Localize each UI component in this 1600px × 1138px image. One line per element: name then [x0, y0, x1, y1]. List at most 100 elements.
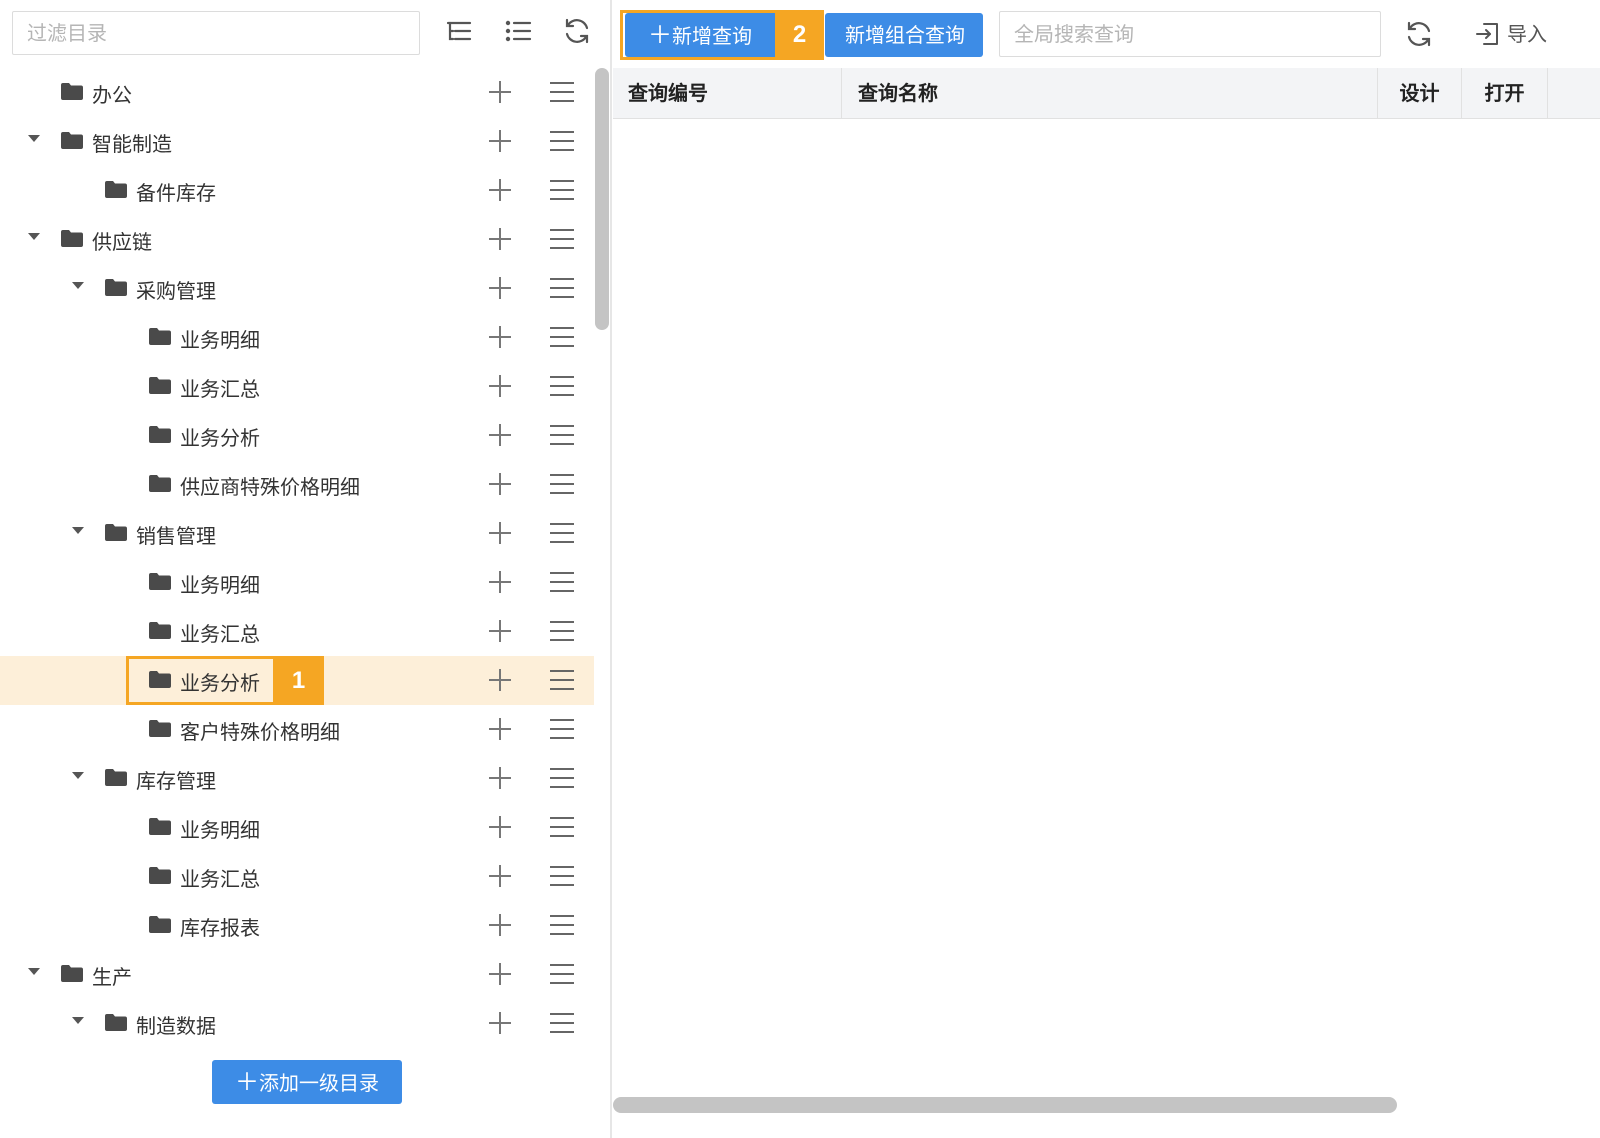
- node-menu-icon[interactable]: [549, 815, 575, 839]
- node-menu-icon[interactable]: [549, 472, 575, 496]
- tree-node-label[interactable]: 客户特殊价格明细: [180, 716, 340, 745]
- node-menu-icon[interactable]: [549, 276, 575, 300]
- caret-down-icon[interactable]: [72, 282, 84, 289]
- column-header-query-id[interactable]: 查询编号: [613, 68, 842, 118]
- tree-node-label[interactable]: 供应链: [92, 226, 152, 255]
- column-header-open[interactable]: 打开: [1462, 68, 1548, 118]
- tree-node[interactable]: 业务分析 1: [0, 656, 594, 705]
- tree-node[interactable]: 业务明细: [0, 558, 594, 607]
- tree-node-label[interactable]: 备件库存: [136, 177, 216, 206]
- tree-node-label[interactable]: 库存报表: [180, 912, 260, 941]
- add-child-icon[interactable]: [488, 570, 512, 594]
- add-root-directory-button[interactable]: ＋添加一级目录: [212, 1060, 402, 1104]
- node-menu-icon[interactable]: [549, 913, 575, 937]
- add-child-icon[interactable]: [488, 472, 512, 496]
- node-menu-icon[interactable]: [549, 178, 575, 202]
- new-combo-query-button[interactable]: 新增组合查询: [825, 13, 983, 57]
- add-child-icon[interactable]: [488, 521, 512, 545]
- tree-node-label[interactable]: 供应商特殊价格明细: [180, 471, 360, 500]
- node-menu-icon[interactable]: [549, 570, 575, 594]
- node-menu-icon[interactable]: [549, 766, 575, 790]
- node-menu-icon[interactable]: [549, 423, 575, 447]
- tree-node[interactable]: 业务明细: [0, 313, 594, 362]
- add-child-icon[interactable]: [488, 619, 512, 643]
- tree-node[interactable]: 库存管理: [0, 754, 594, 803]
- add-child-icon[interactable]: [488, 325, 512, 349]
- node-menu-icon[interactable]: [549, 374, 575, 398]
- node-menu-icon[interactable]: [549, 668, 575, 692]
- tree-node[interactable]: 供应商特殊价格明细: [0, 460, 594, 509]
- tree-node[interactable]: 业务分析: [0, 411, 594, 460]
- node-menu-icon[interactable]: [549, 521, 575, 545]
- node-menu-icon[interactable]: [549, 864, 575, 888]
- tree-node-label[interactable]: 业务汇总: [180, 863, 260, 892]
- add-child-icon[interactable]: [488, 374, 512, 398]
- node-menu-icon[interactable]: [549, 717, 575, 741]
- global-query-search-input[interactable]: [999, 11, 1381, 57]
- add-child-icon[interactable]: [488, 717, 512, 741]
- expand-tree-icon[interactable]: [444, 16, 474, 46]
- node-menu-icon[interactable]: [549, 325, 575, 349]
- tree-scrollbar[interactable]: [595, 68, 609, 330]
- caret-down-icon[interactable]: [72, 527, 84, 534]
- tree-node[interactable]: 销售管理: [0, 509, 594, 558]
- tree-node-label[interactable]: 业务分析: [180, 422, 260, 451]
- node-menu-icon[interactable]: [549, 227, 575, 251]
- add-child-icon[interactable]: [488, 276, 512, 300]
- tree-node[interactable]: 客户特殊价格明细: [0, 705, 594, 754]
- column-header-design[interactable]: 设计: [1378, 68, 1462, 118]
- caret-down-icon[interactable]: [28, 968, 40, 975]
- table-horizontal-scrollbar[interactable]: [613, 1097, 1397, 1113]
- caret-down-icon[interactable]: [72, 772, 84, 779]
- tree-node[interactable]: 备件库存: [0, 166, 594, 215]
- tree-node-label[interactable]: 智能制造: [92, 128, 172, 157]
- node-menu-icon[interactable]: [549, 1011, 575, 1035]
- tree-node-label[interactable]: 业务明细: [180, 814, 260, 843]
- tree-node-label[interactable]: 库存管理: [136, 765, 216, 794]
- filter-directory-input[interactable]: [12, 11, 420, 55]
- tree-node-label[interactable]: 业务明细: [180, 324, 260, 353]
- caret-down-icon[interactable]: [28, 135, 40, 142]
- tree-node[interactable]: 采购管理: [0, 264, 594, 313]
- caret-down-icon[interactable]: [28, 233, 40, 240]
- tree-node[interactable]: 智能制造: [0, 117, 594, 166]
- node-menu-icon[interactable]: [549, 962, 575, 986]
- tree-node[interactable]: 生产: [0, 950, 594, 999]
- add-child-icon[interactable]: [488, 227, 512, 251]
- tree-node[interactable]: 业务明细: [0, 803, 594, 852]
- tree-node-label[interactable]: 业务汇总: [180, 618, 260, 647]
- caret-down-icon[interactable]: [72, 1017, 84, 1024]
- add-child-icon[interactable]: [488, 178, 512, 202]
- tree-node-label[interactable]: 采购管理: [136, 275, 216, 304]
- tree-node-label[interactable]: 生产: [92, 961, 132, 990]
- tree-node-label[interactable]: 业务明细: [180, 569, 260, 598]
- add-child-icon[interactable]: [488, 766, 512, 790]
- tree-node[interactable]: 业务汇总: [0, 852, 594, 901]
- node-menu-icon[interactable]: [549, 619, 575, 643]
- tree-node-label[interactable]: 销售管理: [136, 520, 216, 549]
- list-icon[interactable]: [503, 16, 533, 46]
- refresh-icon[interactable]: [562, 16, 592, 46]
- tree-node-label[interactable]: 制造数据: [136, 1010, 216, 1039]
- add-child-icon[interactable]: [488, 962, 512, 986]
- node-menu-icon[interactable]: [549, 129, 575, 153]
- add-child-icon[interactable]: [488, 423, 512, 447]
- add-child-icon[interactable]: [488, 80, 512, 104]
- tree-node[interactable]: 库存报表: [0, 901, 594, 950]
- add-child-icon[interactable]: [488, 815, 512, 839]
- add-child-icon[interactable]: [488, 913, 512, 937]
- panel-divider[interactable]: [610, 0, 612, 1138]
- add-child-icon[interactable]: [488, 864, 512, 888]
- tree-node[interactable]: 制造数据: [0, 999, 594, 1048]
- refresh-icon[interactable]: [1404, 19, 1434, 49]
- tree-node-label[interactable]: 业务汇总: [180, 373, 260, 402]
- node-menu-icon[interactable]: [549, 80, 575, 104]
- add-child-icon[interactable]: [488, 1011, 512, 1035]
- tree-node-label[interactable]: 办公: [92, 79, 132, 108]
- tree-node[interactable]: 业务汇总: [0, 607, 594, 656]
- tree-node[interactable]: 办公: [0, 68, 594, 117]
- add-child-icon[interactable]: [488, 129, 512, 153]
- column-header-query-name[interactable]: 查询名称: [842, 68, 1378, 118]
- tree-node[interactable]: 业务汇总: [0, 362, 594, 411]
- tree-node[interactable]: 供应链: [0, 215, 594, 264]
